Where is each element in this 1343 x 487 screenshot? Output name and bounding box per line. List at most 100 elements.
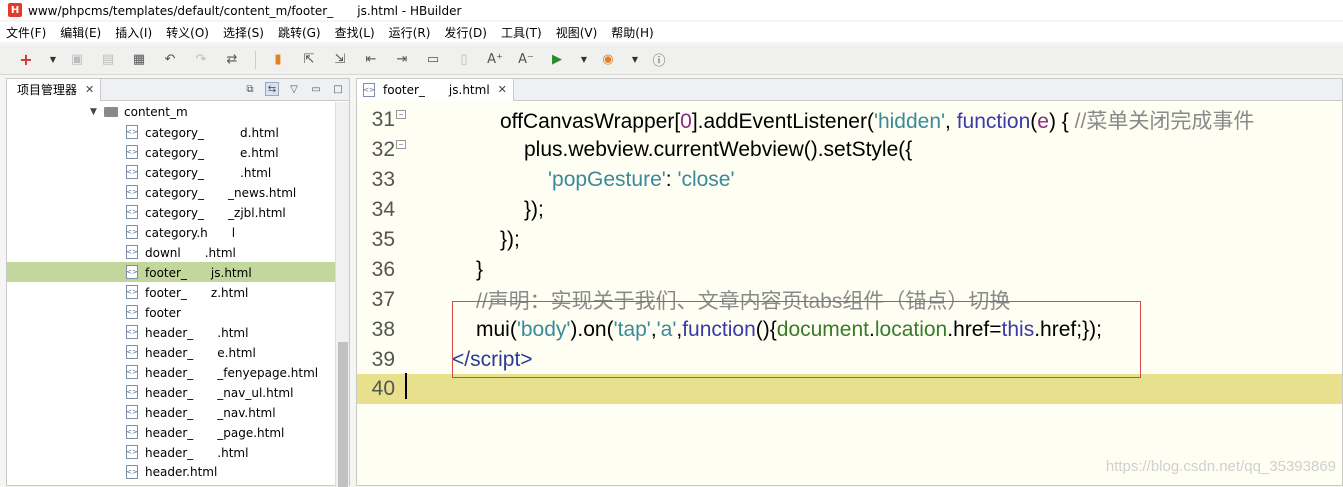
list-item[interactable]: <> header_ e.html [7, 342, 337, 362]
save-icon[interactable]: ▣ [69, 52, 85, 68]
text-caret [405, 373, 407, 399]
file-tree: ▼ content_m <> category_ d.html <> categor… [7, 102, 337, 487]
code-text: offCanvasWrapper[0].addEventListener('hi… [500, 110, 1255, 133]
menu-bar: 文件(F) 编辑(E) 插入(I) 转义(O) 选择(S) 跳转(G) 查找(L… [0, 22, 1343, 42]
list-item[interactable]: <> header_ _nav.html [7, 402, 337, 422]
list-item[interactable]: <> category_ e.html [7, 142, 337, 162]
fold-toggle-icon[interactable]: − [396, 109, 406, 119]
file-label: category_ _zjbl.html [145, 205, 286, 220]
menu-view[interactable]: 视图(V) [549, 24, 605, 41]
menu-goto[interactable]: 跳转(G) [271, 24, 328, 41]
collapse-all-icon[interactable]: ⧉ [243, 82, 257, 96]
close-icon[interactable]: ✕ [498, 83, 507, 96]
run-dropdown-icon[interactable]: ▼ [580, 52, 588, 68]
bookmark-icon[interactable]: ▮ [270, 52, 286, 68]
code-text: } [476, 258, 484, 281]
view-menu-icon[interactable]: ▽ [287, 82, 301, 96]
browser-icon[interactable]: ◉ [600, 52, 616, 68]
menu-run[interactable]: 运行(R) [382, 24, 438, 41]
tab-project-manager[interactable]: 项目管理器 ✕ [7, 78, 102, 101]
menu-publish[interactable]: 发行(D) [437, 24, 494, 41]
line-number: 31 [371, 108, 395, 131]
list-item[interactable]: <> category_ _news.html [7, 182, 337, 202]
close-icon[interactable]: ✕ [85, 83, 94, 96]
menu-escape[interactable]: 转义(O) [159, 24, 216, 41]
line-number: 34 [371, 198, 395, 221]
list-item[interactable]: <> footer [7, 302, 337, 322]
folder-icon [104, 107, 118, 117]
list-item[interactable]: <> header_ .html [7, 442, 337, 462]
prev-edit-icon[interactable]: ⇤ [363, 52, 379, 68]
list-item[interactable]: <> header_ _nav_ul.html [7, 382, 337, 402]
code-line-36[interactable]: 36 } [357, 255, 1342, 285]
new-icon[interactable]: + [18, 50, 34, 69]
line-number: 35 [371, 228, 395, 251]
browser-dropdown-icon[interactable]: ▼ [631, 52, 639, 68]
code-line-34[interactable]: 34 }); [357, 195, 1342, 225]
new-dropdown-icon[interactable]: ▼ [49, 52, 57, 68]
undo-icon[interactable]: ↶ [162, 52, 178, 68]
code-line-32[interactable]: 32 − plus.webview.currentWebview().setSt… [357, 135, 1342, 165]
menu-select[interactable]: 选择(S) [216, 24, 271, 41]
html-file-icon: <> [126, 185, 138, 199]
link-editor-icon[interactable]: ⇆ [265, 82, 279, 96]
html-file-icon: <> [126, 225, 138, 239]
menu-insert[interactable]: 插入(I) [108, 24, 159, 41]
html-file-icon: <> [363, 82, 375, 97]
menu-file[interactable]: 文件(F) [0, 24, 53, 41]
tab-label: 项目管理器 [17, 83, 78, 97]
menu-help[interactable]: 帮助(H) [604, 24, 660, 41]
fold-toggle-icon[interactable]: − [396, 139, 406, 149]
minimize-icon[interactable]: ▭ [309, 82, 323, 96]
redo-icon[interactable]: ↷ [193, 52, 209, 68]
menu-find[interactable]: 查找(L) [328, 24, 382, 41]
file-label: header_ _fenyepage.html [145, 365, 319, 380]
list-item[interactable]: <> header.html [7, 462, 337, 482]
tree-folder[interactable]: ▼ content_m [7, 102, 337, 122]
code-line-40[interactable]: 40 [357, 374, 1342, 404]
font-decrease-icon[interactable]: A⁻ [518, 52, 534, 68]
file-label: category.h l [145, 225, 236, 240]
list-item-selected[interactable]: <> footer_ js.html [7, 262, 337, 282]
html-file-icon: <> [126, 325, 138, 339]
menu-tools[interactable]: 工具(T) [494, 24, 549, 41]
code-line-33[interactable]: 33 'popGesture': 'close' [357, 165, 1342, 195]
font-increase-icon[interactable]: A⁺ [487, 52, 503, 68]
uncomment-icon[interactable]: ▯ [456, 52, 472, 68]
list-item[interactable]: <> header_ _fenyepage.html [7, 362, 337, 382]
html-file-icon: <> [126, 345, 138, 359]
file-label: category_ _news.html [145, 185, 297, 200]
code-line-35[interactable]: 35 }); [357, 225, 1342, 255]
line-number: 36 [371, 258, 395, 281]
maximize-icon[interactable]: □ [331, 82, 345, 96]
code-line-31[interactable]: 31 − offCanvasWrapper[0].addEventListene… [357, 105, 1342, 135]
code-area[interactable]: 31 − offCanvasWrapper[0].addEventListene… [357, 102, 1342, 487]
line-number: 38 [371, 318, 395, 341]
list-item[interactable]: <> header_ .html [7, 322, 337, 342]
run-icon[interactable]: ▶ [549, 52, 565, 68]
comment-icon[interactable]: ▭ [425, 52, 441, 68]
list-item[interactable]: <> downl .html [7, 242, 337, 262]
html-file-icon: <> [126, 465, 138, 479]
file-label: header_ _nav.html [145, 405, 276, 420]
next-edit-icon[interactable]: ⇥ [394, 52, 410, 68]
help-icon[interactable]: ⓘ [651, 52, 667, 69]
list-item[interactable]: <> header_ _page.html [7, 422, 337, 442]
tab-footer-js[interactable]: <> footer_ js.html ✕ [357, 78, 514, 101]
list-item[interactable]: <> category.h l [7, 222, 337, 242]
list-item[interactable]: <> category_ _zjbl.html [7, 202, 337, 222]
list-item[interactable]: <> category_ .html [7, 162, 337, 182]
html-file-icon: <> [126, 165, 138, 179]
format-icon[interactable]: ⇄ [224, 52, 240, 68]
save-all-icon[interactable]: ▤ [100, 52, 116, 68]
list-item[interactable]: <> category_ d.html [7, 122, 337, 142]
explorer-scrollbar[interactable] [335, 102, 349, 487]
goto-definition-icon[interactable]: ⇲ [332, 52, 348, 68]
chevron-down-icon[interactable]: ▼ [90, 107, 100, 117]
menu-edit[interactable]: 编辑(E) [53, 24, 108, 41]
print-icon[interactable]: ▦ [131, 52, 147, 68]
goto-line-icon[interactable]: ⇱ [301, 52, 317, 68]
list-item[interactable]: <> footer_ z.html [7, 282, 337, 302]
explorer-tab-bar: 项目管理器 ✕ ⧉ ⇆ ▽ ▭ □ [7, 78, 349, 101]
scrollbar-thumb[interactable] [338, 342, 348, 487]
